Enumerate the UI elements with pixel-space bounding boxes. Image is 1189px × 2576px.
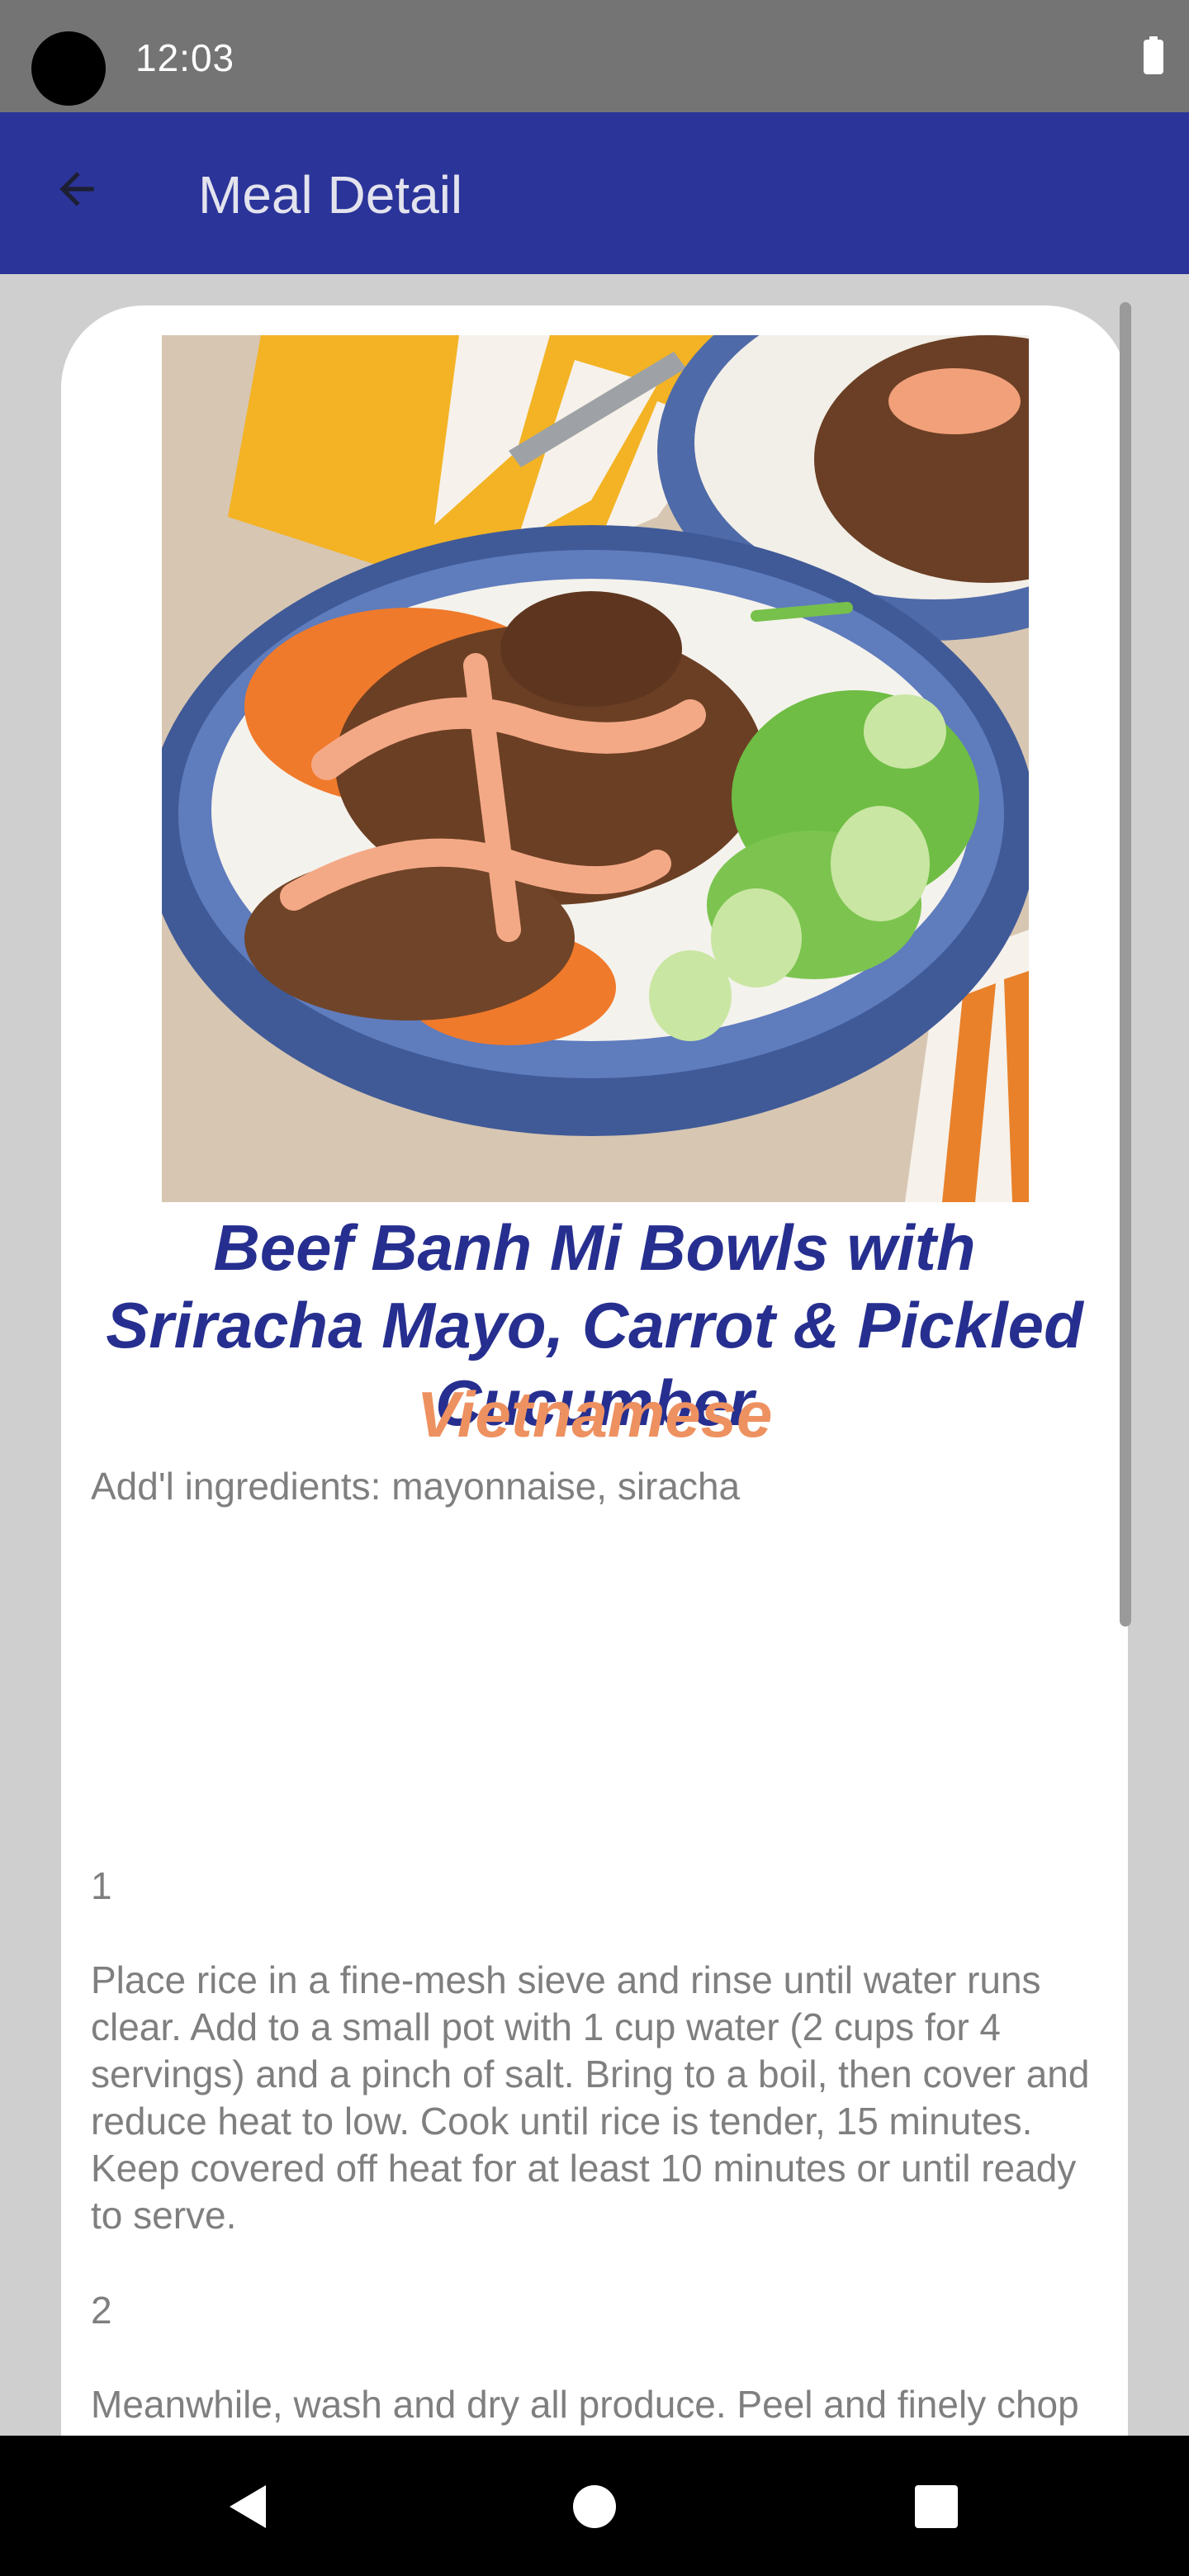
nav-recents-button[interactable] bbox=[893, 2464, 979, 2550]
back-button[interactable] bbox=[33, 145, 121, 233]
status-bar: 12:03 bbox=[0, 0, 1189, 112]
nav-home-button[interactable] bbox=[552, 2464, 637, 2550]
page-title: Meal Detail bbox=[198, 165, 463, 225]
meal-card: Beef Banh Mi Bowls with Sriracha Mayo, C… bbox=[61, 305, 1128, 2576]
arrow-back-icon bbox=[59, 172, 94, 206]
battery-icon bbox=[1144, 36, 1163, 74]
step-instructions: Place rice in a fine-mesh sieve and rins… bbox=[91, 1958, 1090, 2237]
meal-detail-screen: 12:03 Meal Detail Beef Banh Mi Bowls wit… bbox=[0, 0, 1189, 2576]
step-number: 1 bbox=[91, 1864, 112, 1907]
circle-home-icon bbox=[573, 2485, 616, 2528]
camera-cutout bbox=[31, 31, 106, 106]
step-number: 2 bbox=[91, 2289, 112, 2332]
triangle-back-icon bbox=[230, 2485, 266, 2528]
square-recents-icon bbox=[915, 2485, 958, 2528]
meal-area: Vietnamese bbox=[416, 1378, 773, 1451]
meal-image bbox=[162, 335, 1029, 1202]
additional-ingredients: Add'l ingredients: mayonnaise, siracha bbox=[91, 1465, 741, 1508]
nav-back-button[interactable] bbox=[205, 2464, 291, 2550]
app-bar bbox=[0, 112, 1189, 274]
scrollbar[interactable] bbox=[1120, 302, 1131, 1627]
status-time: 12:03 bbox=[135, 36, 235, 79]
